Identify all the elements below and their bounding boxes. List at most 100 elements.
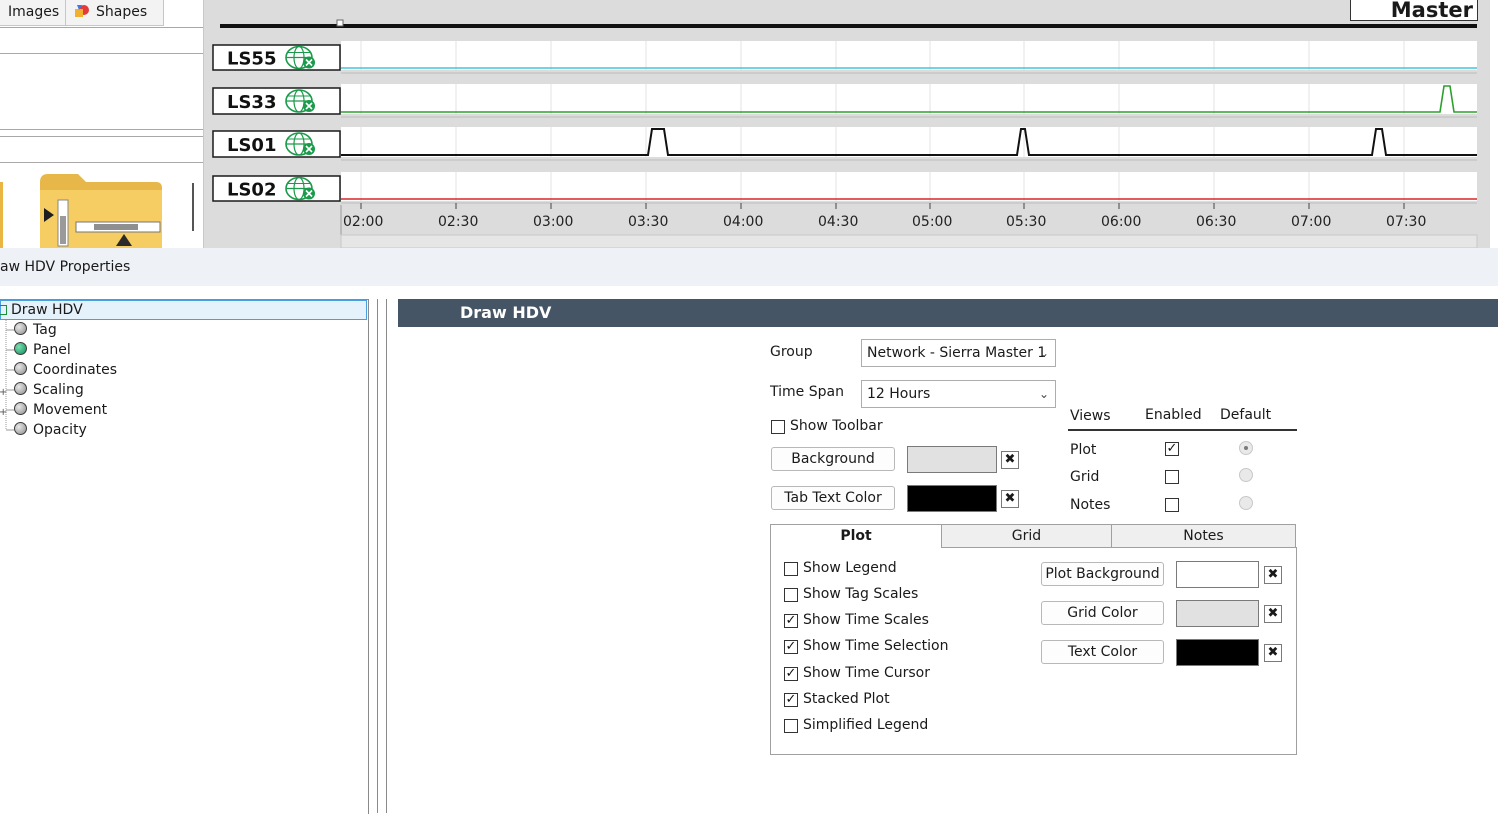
grid-color-button[interactable]: Grid Color: [1041, 601, 1164, 625]
tab-text-color-button[interactable]: Tab Text Color: [771, 486, 895, 510]
stacked-plot-label: Stacked Plot: [803, 691, 890, 707]
group-label: Group: [770, 344, 813, 360]
simplified-legend-checkbox[interactable]: [784, 719, 798, 733]
timespan-select[interactable]: 12 Hours ⌄: [861, 380, 1056, 408]
tree-item-coordinates[interactable]: Coordinates: [14, 360, 117, 380]
shapes-icon: [74, 2, 90, 17]
tree-item-movement[interactable]: Movement: [14, 400, 107, 420]
tag-label-ls55[interactable]: LS55: [227, 49, 276, 70]
text-color-button[interactable]: Text Color: [1041, 640, 1164, 664]
show-time-scales-checkbox[interactable]: ✓: [784, 614, 798, 628]
lane-plot-area[interactable]: [341, 127, 1477, 157]
view-grid-enabled-checkbox[interactable]: [1165, 470, 1179, 484]
palette-tab-shapes[interactable]: Shapes: [65, 0, 164, 26]
clear-tab-text-color-x-icon[interactable]: ✖: [1001, 490, 1019, 508]
trend-right-edge: [1490, 0, 1498, 248]
properties-window-title: aw HDV Properties: [0, 248, 1498, 286]
background-button[interactable]: Background: [771, 447, 895, 471]
time-tick-label: 04:30: [818, 214, 858, 230]
stacked-plot-checkbox[interactable]: ✓: [784, 693, 798, 707]
show-tag-scales-label: Show Tag Scales: [803, 586, 919, 602]
panel-header: Draw HDV: [398, 299, 1498, 327]
time-tick-label: 06:00: [1101, 214, 1141, 230]
view-grid-default-radio[interactable]: [1239, 468, 1253, 482]
palette-item[interactable]: [0, 182, 3, 248]
trend-header-bar: [220, 24, 1477, 28]
show-tag-scales-checkbox[interactable]: [784, 588, 798, 602]
folder-icon[interactable]: [38, 172, 164, 248]
view-grid-label: Grid: [1070, 469, 1100, 485]
group-select[interactable]: Network - Sierra Master 1 ⌄: [861, 339, 1056, 367]
time-tick-label: 02:30: [438, 214, 478, 230]
grid-color-swatch[interactable]: [1176, 600, 1259, 627]
tree-item-tag[interactable]: Tag: [14, 320, 57, 340]
trend-plot[interactable]: LS55 LS33 LS01 LS02 02:00 02:30 03:00 03:30 04:0…: [204, 0, 1498, 248]
palette-divider: [0, 136, 203, 137]
background-color-swatch[interactable]: [907, 446, 997, 473]
tree-root-label: Draw HDV: [11, 302, 83, 318]
palette-scroll-handle[interactable]: [192, 183, 194, 231]
chevron-down-icon: ⌄: [1038, 387, 1049, 401]
show-toolbar-checkbox[interactable]: [771, 420, 785, 434]
palette-tab-images[interactable]: Images: [0, 0, 66, 26]
clear-text-color-x-icon[interactable]: ✖: [1264, 644, 1282, 662]
lane-plot-area[interactable]: [341, 84, 1477, 114]
clear-background-x-icon[interactable]: ✖: [1001, 451, 1019, 469]
property-tree: Draw HDV + + Tag Panel Coordinates Scali…: [0, 299, 369, 814]
chevron-down-icon: ⌄: [1038, 346, 1049, 360]
lane-plot-area[interactable]: [341, 41, 1477, 70]
palette-divider: [0, 53, 203, 54]
tab-plot[interactable]: Plot: [770, 524, 942, 549]
time-tick-label: 05:30: [1006, 214, 1046, 230]
text-color-swatch[interactable]: [1176, 639, 1259, 666]
active-tab-joiner: [771, 547, 941, 549]
clear-plot-background-x-icon[interactable]: ✖: [1264, 566, 1282, 584]
time-tick-label: 04:00: [723, 214, 763, 230]
trend-title-tab[interactable]: Master: [1350, 0, 1478, 21]
show-time-cursor-checkbox[interactable]: ✓: [784, 667, 798, 681]
palette-divider: [0, 129, 203, 130]
show-time-cursor-label: Show Time Cursor: [803, 665, 930, 681]
view-notes-enabled-checkbox[interactable]: [1165, 498, 1179, 512]
panel-splitter[interactable]: [377, 299, 387, 813]
view-plot-default-radio[interactable]: [1239, 441, 1253, 455]
collapse-icon[interactable]: [0, 305, 7, 315]
timespan-label: Time Span: [770, 384, 844, 400]
default-col-header: Default: [1220, 407, 1272, 423]
clear-grid-color-x-icon[interactable]: ✖: [1264, 605, 1282, 623]
tab-notes[interactable]: Notes: [1111, 524, 1296, 548]
lane-plot-area[interactable]: [341, 172, 1477, 201]
time-tick-label: 07:00: [1291, 214, 1331, 230]
views-header-divider: [1068, 429, 1297, 431]
palette-divider: [0, 162, 203, 163]
tree-item-opacity[interactable]: Opacity: [14, 420, 87, 440]
tag-label-ls01[interactable]: LS01: [227, 135, 276, 156]
view-notes-default-radio[interactable]: [1239, 496, 1253, 510]
node-dot-icon: [14, 322, 27, 335]
resize-handle[interactable]: [336, 19, 344, 27]
show-time-selection-checkbox[interactable]: ✓: [784, 640, 798, 654]
views-col-header: Views: [1070, 408, 1111, 424]
tab-grid[interactable]: Grid: [941, 524, 1112, 548]
plot-background-color-swatch[interactable]: [1176, 561, 1259, 588]
view-plot-label: Plot: [1070, 442, 1097, 458]
tree-root[interactable]: Draw HDV: [0, 300, 83, 320]
show-legend-checkbox[interactable]: [784, 562, 798, 576]
tag-label-ls33[interactable]: LS33: [227, 92, 276, 113]
show-toolbar-label: Show Toolbar: [790, 418, 883, 434]
show-legend-label: Show Legend: [803, 560, 897, 576]
plot-background-button[interactable]: Plot Background: [1041, 562, 1164, 586]
node-dot-icon: [14, 402, 27, 415]
tree-item-panel[interactable]: Panel: [14, 340, 71, 360]
tab-text-color-swatch[interactable]: [907, 485, 997, 512]
node-dot-icon: [14, 382, 27, 395]
node-dot-active-icon: [14, 342, 27, 355]
tag-label-ls02[interactable]: LS02: [227, 180, 276, 201]
time-tick-label: 05:00: [912, 214, 952, 230]
enabled-col-header: Enabled: [1145, 407, 1202, 423]
properties-title-text: aw HDV Properties: [0, 259, 131, 275]
show-time-selection-label: Show Time Selection: [803, 638, 949, 654]
view-plot-enabled-checkbox[interactable]: ✓: [1165, 442, 1179, 456]
time-scrollbar[interactable]: [340, 234, 1478, 248]
tree-item-scaling[interactable]: Scaling: [14, 380, 84, 400]
